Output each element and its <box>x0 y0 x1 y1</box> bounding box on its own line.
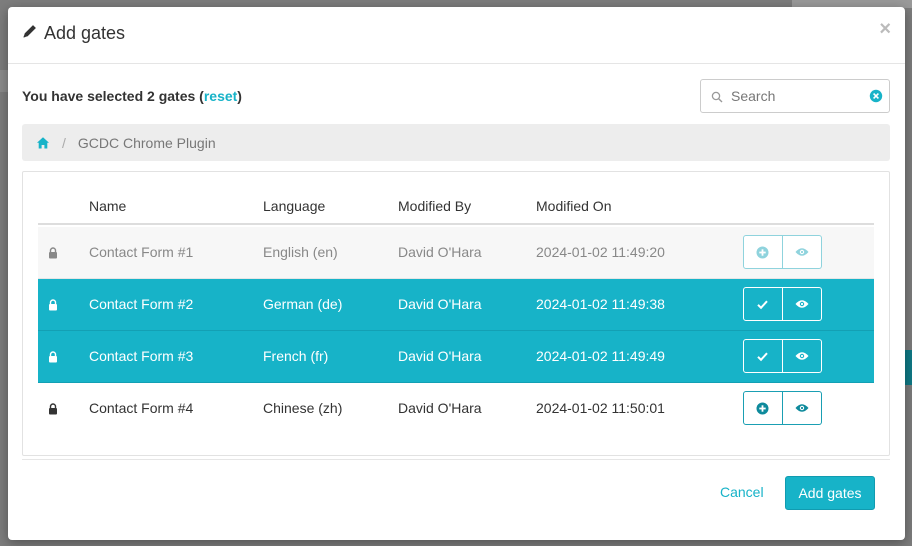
breadcrumb-separator: / <box>62 134 66 151</box>
row-modified-on: 2024-01-02 11:49:20 <box>536 244 665 260</box>
lock-icon <box>48 246 58 259</box>
eye-icon <box>795 404 809 412</box>
row-actions <box>743 391 822 425</box>
add-gate-button[interactable] <box>743 391 783 425</box>
breadcrumb-current: GCDC Chrome Plugin <box>77 134 216 151</box>
table-row[interactable]: Contact Form #2 German (de) David O'Hara… <box>38 279 874 331</box>
row-modified-by: David O'Hara <box>398 348 482 364</box>
search-icon <box>711 90 723 103</box>
selection-summary-prefix: You have selected 2 gates ( <box>22 88 204 104</box>
plus-circle-icon <box>756 402 769 414</box>
row-modified-by: David O'Hara <box>398 400 482 416</box>
preview-gate-button[interactable] <box>782 235 822 269</box>
gates-table-panel: Name Language Modified By Modified On Co… <box>22 171 890 456</box>
row-name: Contact Form #3 <box>89 348 194 364</box>
row-name: Contact Form #2 <box>89 296 194 312</box>
header-language[interactable]: Language <box>263 198 325 214</box>
row-actions <box>743 235 822 269</box>
eye-icon <box>795 300 809 308</box>
eye-icon <box>795 248 809 256</box>
row-modified-on: 2024-01-02 11:49:49 <box>536 348 665 364</box>
header-modified-by[interactable]: Modified By <box>398 198 471 214</box>
row-language: French (fr) <box>263 348 329 364</box>
row-modified-on: 2024-01-02 11:49:38 <box>536 296 665 312</box>
reset-link[interactable]: reset <box>204 88 237 104</box>
row-actions <box>743 339 822 373</box>
add-gate-button[interactable] <box>743 235 783 269</box>
row-modified-by: David O'Hara <box>398 244 482 260</box>
modal-header: Add gates × <box>8 7 905 64</box>
check-icon <box>757 352 768 361</box>
row-modified-by: David O'Hara <box>398 296 482 312</box>
selection-summary-suffix: ) <box>237 88 242 104</box>
row-name: Contact Form #1 <box>89 244 194 260</box>
row-language: English (en) <box>263 244 338 260</box>
add-gates-button[interactable]: Add gates <box>785 476 875 510</box>
background-page-fragment <box>904 350 912 385</box>
eye-icon <box>795 352 809 360</box>
deselect-gate-button[interactable] <box>743 287 783 321</box>
breadcrumb: / GCDC Chrome Plugin <box>22 124 890 161</box>
footer-divider <box>22 459 890 460</box>
clear-search-icon[interactable] <box>869 89 883 103</box>
header-name[interactable]: Name <box>89 198 126 214</box>
table-row[interactable]: Contact Form #4 Chinese (zh) David O'Har… <box>38 383 874 435</box>
row-modified-on: 2024-01-02 11:50:01 <box>536 400 665 416</box>
close-button[interactable]: × <box>879 19 891 39</box>
lock-icon <box>48 402 58 415</box>
header-modified-on[interactable]: Modified On <box>536 198 611 214</box>
plus-circle-icon <box>756 246 769 258</box>
table-row[interactable]: Contact Form #1 English (en) David O'Har… <box>38 227 874 279</box>
row-actions <box>743 287 822 321</box>
deselect-gate-button[interactable] <box>743 339 783 373</box>
add-gates-modal: Add gates × You have selected 2 gates (r… <box>8 7 905 540</box>
preview-gate-button[interactable] <box>782 287 822 321</box>
modal-title: Add gates <box>22 23 125 44</box>
selection-summary: You have selected 2 gates (reset) <box>22 88 242 104</box>
search-input[interactable] <box>729 86 859 106</box>
background-page-fragment <box>0 70 8 92</box>
check-icon <box>757 300 768 309</box>
row-language: German (de) <box>263 296 343 312</box>
preview-gate-button[interactable] <box>782 391 822 425</box>
lock-icon <box>48 350 58 363</box>
row-language: Chinese (zh) <box>263 400 343 416</box>
cancel-button[interactable]: Cancel <box>720 484 764 500</box>
preview-gate-button[interactable] <box>782 339 822 373</box>
modal-title-text: Add gates <box>44 23 126 43</box>
search-box <box>700 79 890 113</box>
table-row[interactable]: Contact Form #3 French (fr) David O'Hara… <box>38 331 874 383</box>
lock-icon <box>48 298 58 311</box>
row-name: Contact Form #4 <box>89 400 194 416</box>
home-icon[interactable] <box>36 136 50 150</box>
table-header: Name Language Modified By Modified On <box>38 188 874 225</box>
pencil-icon <box>22 23 38 44</box>
